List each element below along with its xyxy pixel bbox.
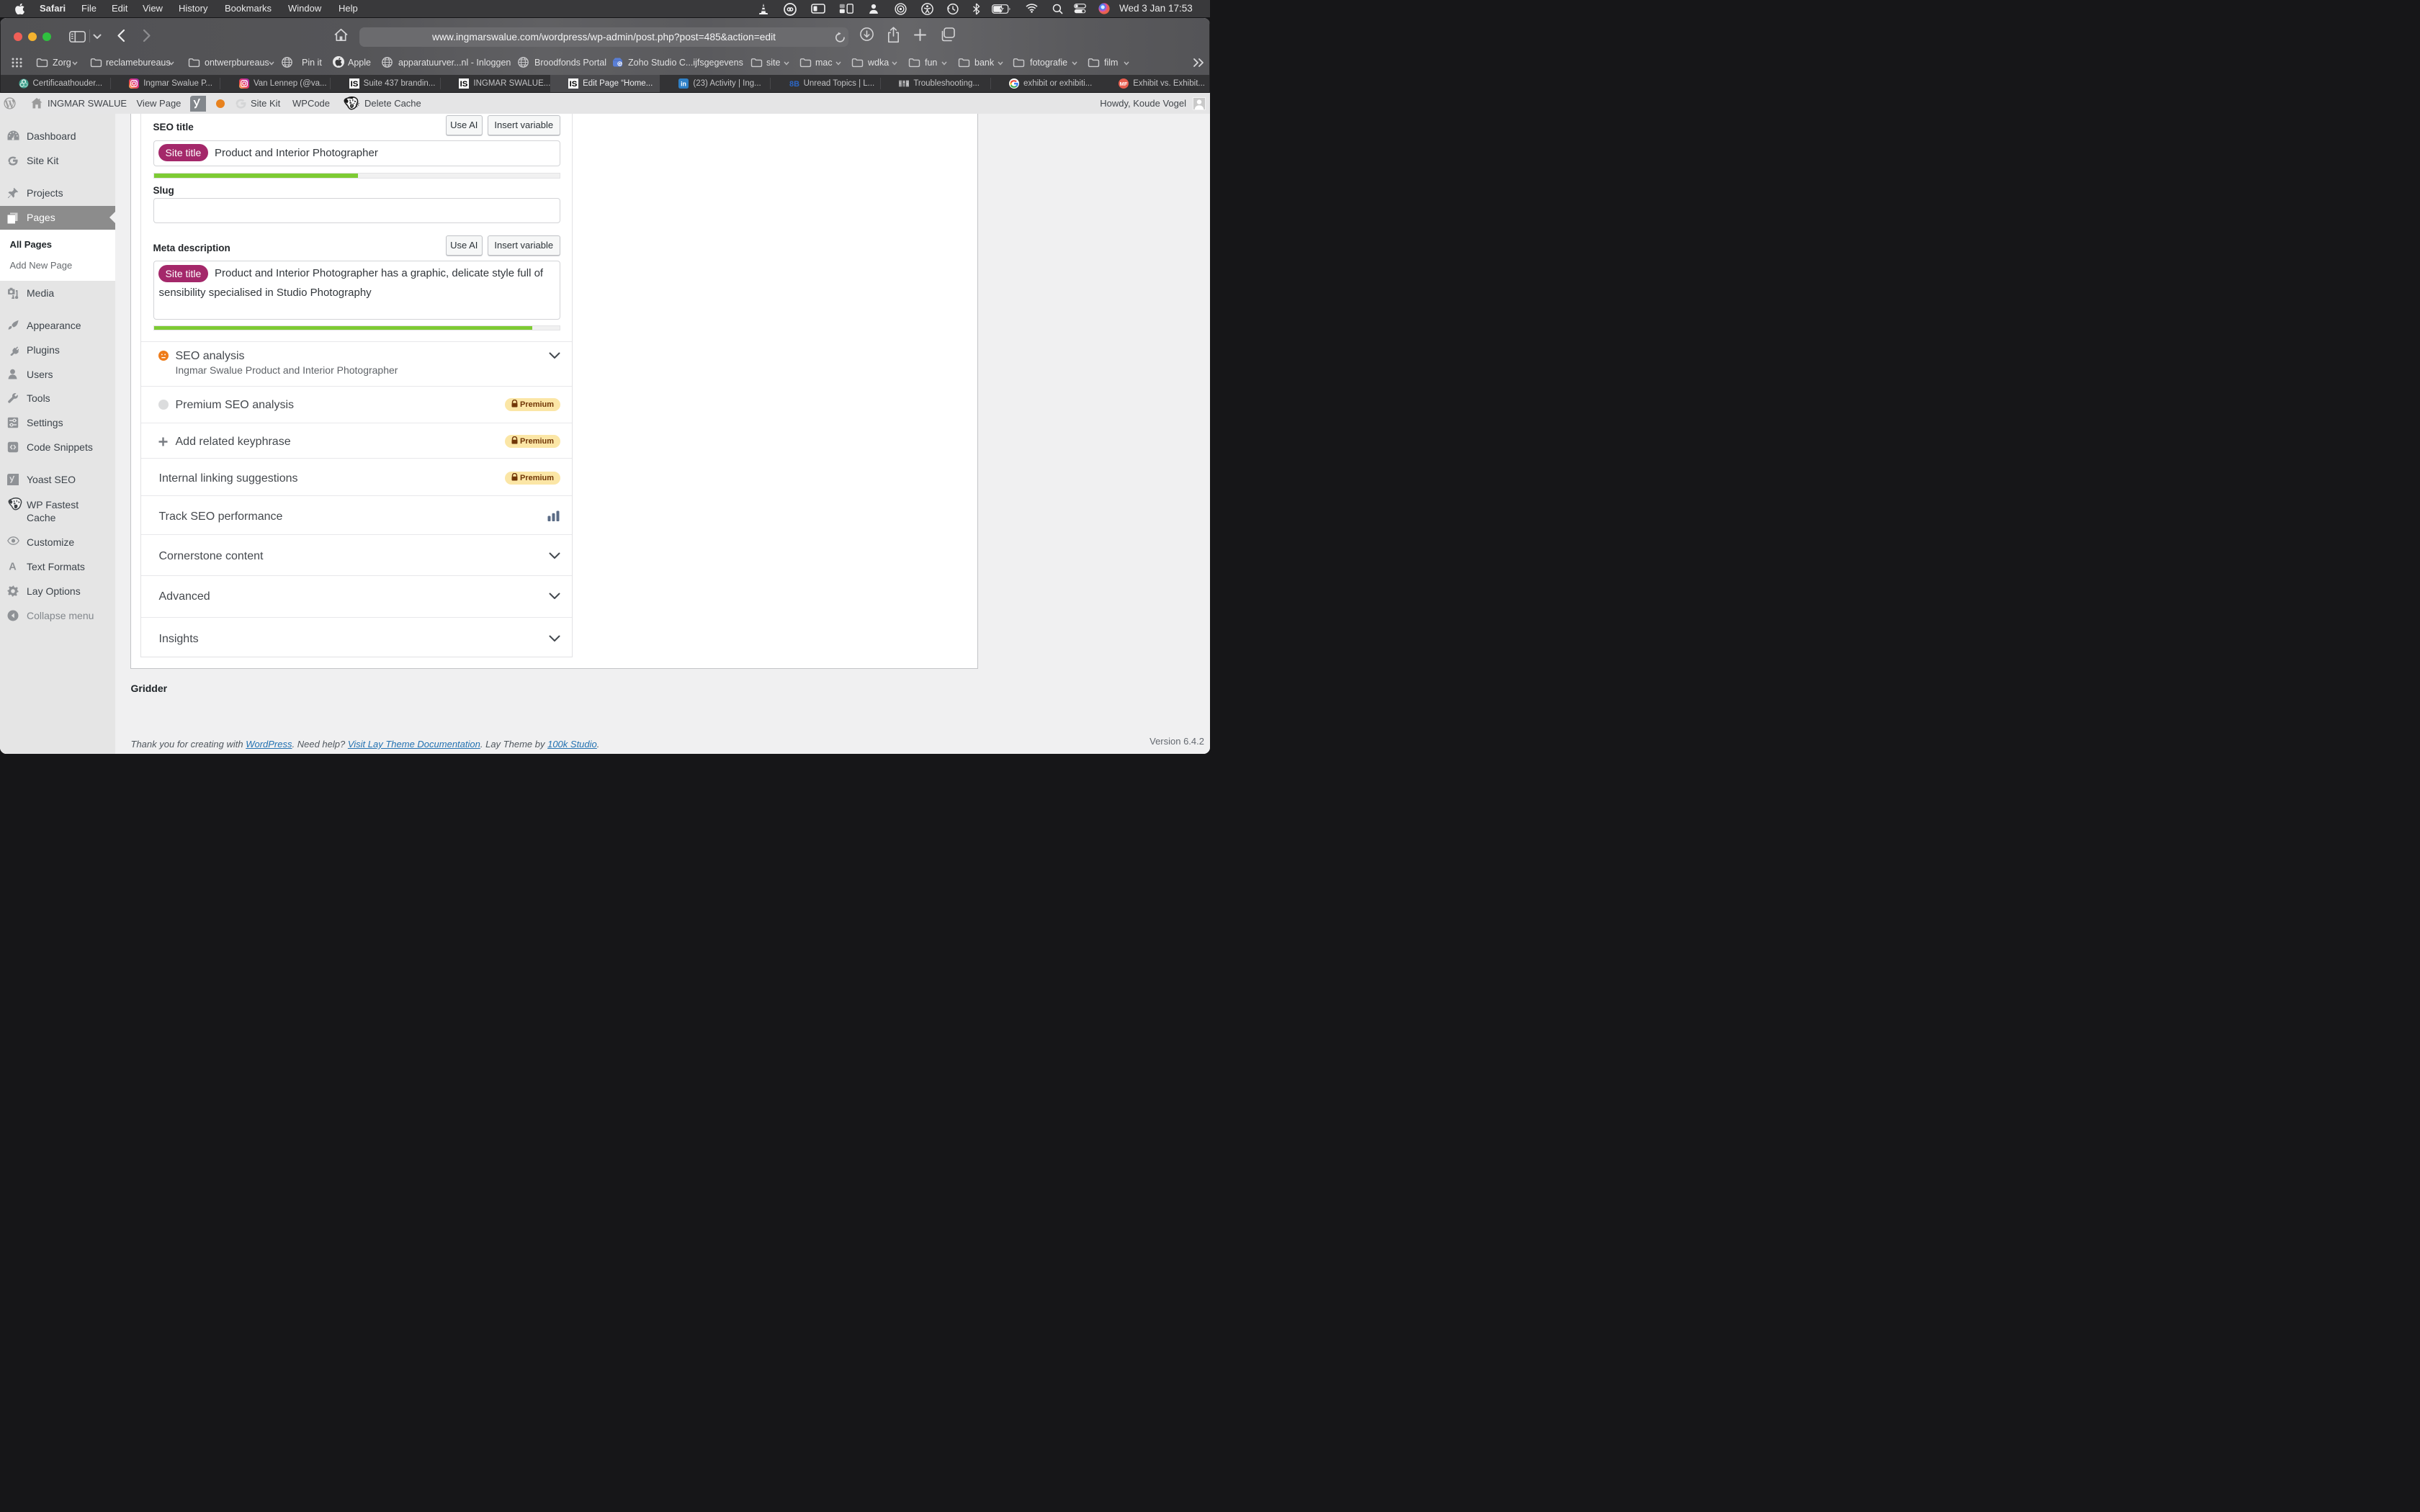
svg-text:IS: IS <box>570 80 578 89</box>
svg-text:A: A <box>903 80 905 84</box>
svg-text:in: in <box>681 80 686 87</box>
svg-text:MF: MF <box>1120 81 1128 87</box>
svg-text:IS: IS <box>350 80 358 89</box>
svg-text:Y: Y <box>907 82 909 86</box>
svg-text:A: A <box>9 561 17 571</box>
svg-text:IS: IS <box>460 80 468 89</box>
svg-text:G: G <box>618 63 622 67</box>
svg-text:8B: 8B <box>789 80 799 89</box>
